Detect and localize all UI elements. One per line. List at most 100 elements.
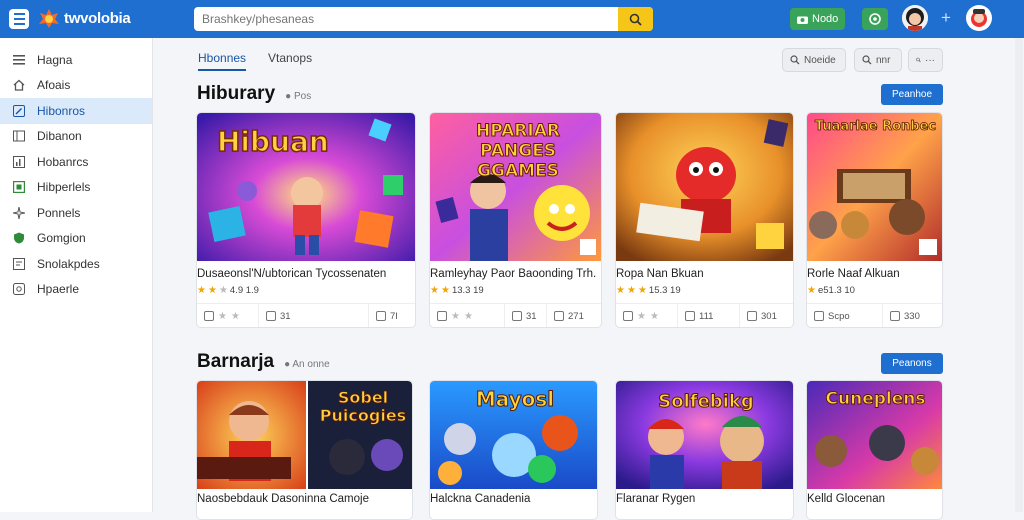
user-avatar[interactable] [902,5,928,31]
sidebar-item-gomgion[interactable]: Gomgion [0,226,152,252]
game-card[interactable]: Sobel Puicogies Naosbebdauk Dasoninna Ca… [196,380,413,520]
sidebar-item-hibperlels[interactable]: Hibperlels [0,175,152,201]
game-title[interactable]: Kelld Glocenan [807,493,942,505]
tab-hbonnes[interactable]: Hbonnes [198,51,247,71]
game-controller-button[interactable] [862,8,888,30]
sidebar-item-label: Hagna [37,52,73,67]
game-card[interactable]: Hibuan Dusaeonsl'N/ubtorican Tycossenate… [196,112,416,328]
comments-button[interactable]: 31 [259,303,369,327]
tab-vtanops[interactable]: Vtanops [268,51,312,71]
game-card[interactable]: Mayosl Halckna Canadenia [429,380,598,520]
thumbnail-text: Sobel Puicogies [319,388,407,425]
comment-icon [512,311,522,321]
star-icon: ★ [218,285,228,296]
share-count: 301 [761,310,777,322]
profile-avatar[interactable] [966,5,992,31]
sidebar-item-label: Hibonros [37,103,86,118]
box-icon [12,257,25,270]
share-count: 7I [390,310,398,322]
game-title[interactable]: Dusaeonsl'N/ubtorican Tycossenaten [197,268,415,280]
sort-label: nnr [876,54,891,66]
section-subtitle: ● Pos [285,91,312,102]
sidebar-item-hibonros[interactable]: Hibonros [0,98,152,124]
game-title[interactable]: Ropa Nan Bkuan [616,268,793,280]
logo-text: twvolobia [64,9,131,27]
hamburger-menu-button[interactable] [9,9,29,29]
star-icon: ★ [207,285,217,296]
comment-icon [890,311,900,321]
game-thumbnail[interactable] [807,113,942,261]
logo-mark-icon [38,7,60,29]
game-title[interactable]: Halckna Canadenia [430,493,597,505]
share-button[interactable]: 271 [547,304,591,328]
comments-button[interactable]: 111 [678,303,740,327]
search-input[interactable] [194,7,614,31]
game-card[interactable]: Cuneplens Kelld Glocenan [806,380,943,520]
sidebar: Hagna Afoais Hibonros Dibanon Hobanrcs H… [0,38,153,512]
card-actions: ★ ★ 31 7I [197,303,415,328]
bookmark-icon [437,311,447,321]
sidebar-item-ponnels[interactable]: Ponnels [0,200,152,226]
comments-button[interactable]: 330 [883,304,927,328]
share-count: 271 [568,310,584,322]
scrollbar[interactable] [1015,38,1023,512]
more-options-button[interactable]: ··· [908,48,943,72]
sort-button[interactable]: nnr [854,48,902,72]
bookmark-button[interactable]: ★ ★ [430,303,505,327]
sidebar-item-hagna[interactable]: Hagna [0,47,152,73]
tab-bar: Hbonnes Vtanops [198,51,312,71]
game-title[interactable]: Ramleyhay Paor Baoonding Trh. [430,268,601,280]
sidebar-item-afoais[interactable]: Afoais [0,73,152,99]
home-icon [12,79,25,92]
section-more-button[interactable]: Peanhoe [881,84,943,105]
more-options-label: ··· [925,54,935,66]
bookmark-button[interactable]: ★ ★ [197,303,259,327]
star-icon: ★ [637,285,647,296]
sidebar-item-snolakpdes[interactable]: Snolakpdes [0,251,152,277]
sidebar-item-label: Afoais [37,78,71,93]
star-icon: ★ [451,310,460,322]
share-button[interactable]: 301 [740,304,784,328]
game-title[interactable]: Flaranar Rygen [616,493,793,505]
thumbnail-text: Hibuan [216,124,329,159]
star-icon: ★ [626,285,636,296]
gear-icon [12,283,25,296]
sidebar-item-label: Gomgion [37,231,86,246]
thumbnail-text: Tuaarlae Ronbec [814,119,937,135]
game-card[interactable]: Ropa Nan Bkuan ★ ★ ★ 15.3 19 ★ ★ 111 301 [615,112,794,328]
scope-label: Scpo [828,310,850,322]
search-button[interactable] [618,7,653,31]
section-subtitle: ● An onne [284,359,330,370]
game-title[interactable]: Rorle Naaf Alkuan [807,268,942,280]
thumbnail-text: Solfebikg [658,391,754,413]
comments-button[interactable]: 31 [505,303,547,327]
game-card[interactable]: Tuaarlae Ronbec Rorle Naaf Alkuan ★ e51.… [806,112,943,328]
game-thumbnail[interactable] [616,113,793,261]
game-title[interactable]: Naosbebdauk Dasoninna Camoje [197,493,412,505]
game-card[interactable]: Solfebikg Flaranar Rygen [615,380,794,520]
sidebar-item-label: Hobanrcs [37,154,89,169]
upload-button[interactable]: Nodo [790,8,846,30]
star-icon: ★ [649,310,659,322]
share-button[interactable]: 7I [369,304,405,328]
card-actions: Scpo 330 [807,303,942,328]
star-icon: ★ [440,285,450,296]
square-icon [12,181,25,194]
filter-button[interactable]: Noeide [782,48,846,72]
app-logo[interactable]: twvolobia [38,7,131,29]
menu-icon [12,53,25,66]
sidebar-item-hobanrcs[interactable]: Hobanrcs [0,149,152,175]
sidebar-item-label: Hibperlels [37,180,91,195]
bookmark-button[interactable]: ★ ★ [616,303,678,327]
comment-count: 31 [280,310,291,322]
game-card[interactable]: HPARIAR PANGES GGAMES Ramleyhay Paor Bao… [429,112,602,328]
scope-button[interactable]: Scpo [807,303,883,327]
comment-icon [685,311,695,321]
sidebar-item-hpaerle[interactable]: Hpaerle [0,277,152,303]
search-bar [194,7,653,31]
game-rating: ★ ★ ★ 4.9 1.9 [197,285,259,296]
section-more-button[interactable]: Peanons [881,353,943,374]
plus-icon[interactable]: + [937,9,955,27]
search-icon [916,57,921,63]
sidebar-item-dibanon[interactable]: Dibanon [0,124,152,150]
